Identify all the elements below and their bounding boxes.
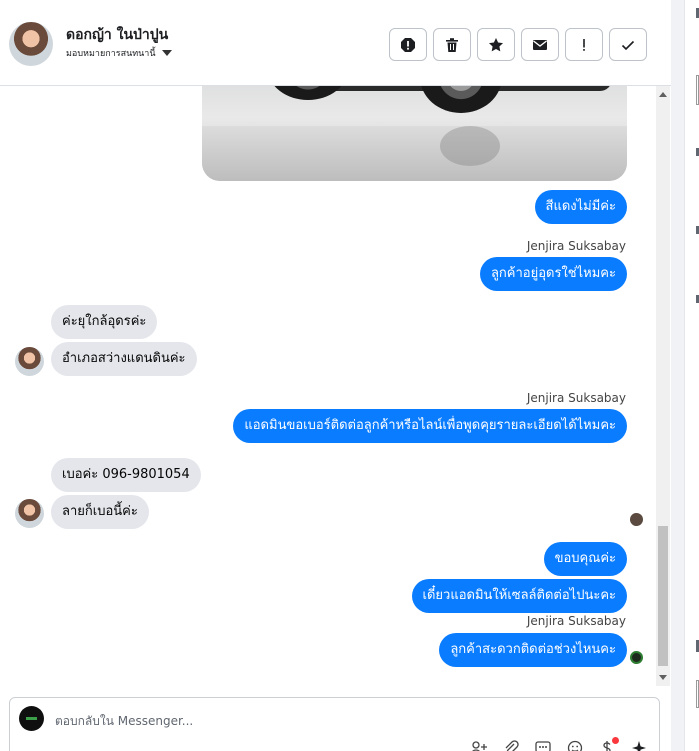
ai-assist-button[interactable] (630, 740, 648, 751)
photo-reflection (440, 126, 500, 166)
assign-conversation-label: มอบหมายการสนทนานี้ (66, 49, 156, 59)
panel-gap (671, 0, 684, 751)
alert-octagon-icon (401, 37, 415, 52)
sender-name: Jenjira Suksabay (526, 614, 626, 628)
emoji-button[interactable] (566, 740, 584, 751)
star-icon (489, 37, 503, 51)
details-panel-edge (684, 0, 699, 751)
outgoing-message[interactable]: ลูกค้าอยู่อุดรใช่ไหมคะ (479, 257, 627, 291)
assign-conversation-dropdown[interactable]: มอบหมายการสนทนานี้ (66, 46, 172, 60)
scroll-thumb[interactable] (658, 526, 668, 666)
seen-indicator-avatar (630, 513, 643, 526)
outgoing-message[interactable]: แอดมินขอเบอร์ติดต่อลูกค้าหรือไลน์เพื่อพู… (233, 409, 627, 443)
payment-button[interactable] (598, 737, 619, 751)
reply-composer[interactable]: ตอบกลับใน Messenger... (9, 697, 660, 751)
exclamation-icon (583, 38, 585, 51)
reply-input[interactable]: ตอบกลับใน Messenger... (55, 712, 193, 731)
conversation-header: ดอกญ้า ในป่าปูน มอบหมายการสนทนานี้ (0, 0, 671, 86)
add-person-icon (472, 741, 487, 751)
thread-scrollbar[interactable] (656, 86, 670, 686)
chat-bubble-icon (535, 741, 551, 751)
star-button[interactable] (477, 28, 515, 61)
check-icon (621, 40, 635, 50)
photo-wheel (268, 86, 348, 100)
incoming-message[interactable]: เบอค่ะ 096-9801054 (51, 458, 201, 492)
add-person-button[interactable] (470, 740, 488, 751)
page-avatar (19, 706, 44, 731)
contact-avatar-small (15, 347, 44, 376)
composer-actions (470, 737, 648, 751)
contact-avatar-small (15, 499, 44, 528)
delete-button[interactable] (433, 28, 471, 61)
photo-wheel (420, 86, 502, 113)
seen-indicator-page (630, 651, 643, 664)
sender-name: Jenjira Suksabay (526, 239, 626, 253)
scroll-up-arrow-icon[interactable] (659, 92, 667, 97)
envelope-icon (533, 39, 547, 50)
mark-unread-button[interactable] (521, 28, 559, 61)
mark-done-button[interactable] (609, 28, 647, 61)
follow-up-button[interactable] (565, 28, 603, 61)
sparkle-icon (632, 741, 646, 751)
scroll-down-arrow-icon[interactable] (659, 675, 667, 680)
smiley-icon (567, 740, 583, 751)
incoming-message[interactable]: อำเภอสว่างแดนดินค่ะ (51, 342, 197, 376)
caret-down-icon (161, 50, 172, 56)
trash-icon (446, 37, 458, 52)
photo-floor (202, 126, 627, 181)
incoming-message[interactable]: ค่ะยุใกล้อุดรค่ะ (51, 305, 158, 339)
sender-name: Jenjira Suksabay (526, 391, 626, 405)
paperclip-icon (505, 740, 519, 751)
notification-dot (612, 737, 619, 744)
message-thread[interactable]: สีแดงไม่มีค่ะ Jenjira Suksabay ลูกค้าอยู… (0, 86, 656, 686)
contact-name[interactable]: ดอกญ้า ในป่าปูน (66, 24, 168, 46)
outgoing-message[interactable]: เดี๋ยวแอดมินให้เซลล์ติดต่อไปนะคะ (411, 579, 627, 613)
conversation-toolbar (389, 28, 647, 61)
saved-reply-button[interactable] (534, 740, 552, 751)
car-photo-attachment[interactable] (202, 86, 627, 181)
spam-alert-button[interactable] (389, 28, 427, 61)
messenger-inbox: ดอกญ้า ในป่าปูน มอบหมายการสนทนานี้ สีแดง… (0, 0, 699, 751)
contact-avatar[interactable] (9, 22, 53, 66)
outgoing-message[interactable]: ลูกค้าสะดวกติดต่อช่วงไหนคะ (439, 633, 627, 667)
outgoing-message[interactable]: ขอบคุณค่ะ (543, 542, 627, 576)
attach-button[interactable] (502, 740, 520, 751)
incoming-message[interactable]: ลายก็เบอนี้ค่ะ (51, 495, 149, 529)
outgoing-message[interactable]: สีแดงไม่มีค่ะ (534, 190, 627, 224)
